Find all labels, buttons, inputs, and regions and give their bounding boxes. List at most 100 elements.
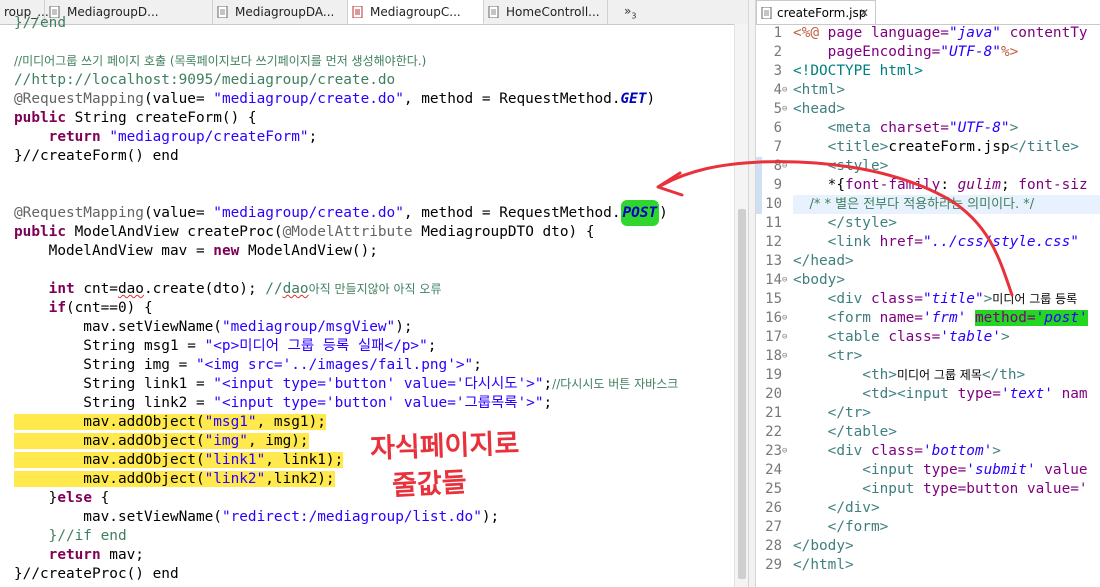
tab-label: MediagroupD... bbox=[67, 5, 159, 19]
code-line: @RequestMapping(value= "mediagroup/creat… bbox=[14, 91, 656, 107]
code-line: return mav; bbox=[14, 547, 144, 563]
code-line: </table> bbox=[793, 424, 897, 440]
code-line: </html> bbox=[793, 557, 854, 573]
code-line: mav.addObject("img", img); bbox=[14, 433, 309, 449]
code-line: *{font-family: gulim; font-siz bbox=[793, 177, 1088, 193]
line-number: 21 bbox=[765, 405, 782, 421]
code-line: String link2 = "<input type='button' val… bbox=[14, 395, 553, 411]
line-number: 24 bbox=[765, 462, 782, 478]
fold-collapse-icon[interactable]: ⊖ bbox=[782, 442, 792, 461]
code-line: /* * 별은 전부다 적용하라는 의미이다. */ bbox=[793, 197, 1035, 212]
line-number: 23 bbox=[765, 443, 782, 459]
close-icon[interactable]: ✕ bbox=[859, 1, 869, 25]
fold-collapse-icon[interactable]: ⊖ bbox=[782, 271, 792, 290]
line-number: 1 bbox=[773, 25, 782, 41]
annotation-line-1: 자식페이지로 bbox=[369, 428, 520, 465]
code-line: <form name='frm' method='post' bbox=[793, 310, 1088, 326]
tab-label: createForm.jsp bbox=[777, 6, 867, 20]
code-line: <head> bbox=[793, 101, 845, 117]
code-line: mav.addObject("link1", link1); bbox=[14, 452, 344, 468]
line-number: 4 bbox=[773, 82, 782, 98]
code-line: String msg1 = "<p>미디어 그룹 등록 실패</p>"; bbox=[14, 338, 437, 354]
line-number: 7 bbox=[773, 139, 782, 155]
tab-mediagroup-dto[interactable]: MediagroupD... bbox=[45, 0, 213, 24]
line-number: 22 bbox=[765, 424, 782, 440]
code-line: public String createForm() { bbox=[14, 110, 257, 126]
pane-divider[interactable] bbox=[748, 0, 756, 587]
line-number: 19 bbox=[765, 367, 782, 383]
code-line: }//createForm() end bbox=[14, 148, 179, 164]
post-highlight: POST bbox=[620, 200, 660, 226]
java-editor-pane: roup_... MediagroupD... MediagroupDA... … bbox=[0, 0, 748, 587]
code-line: </form> bbox=[793, 519, 889, 535]
line-number: 20 bbox=[765, 386, 782, 402]
line-number: 11 bbox=[765, 215, 782, 231]
jsp-editor-pane: createForm.jsp ✕ 1 <%@ page language="ja… bbox=[756, 0, 1100, 587]
line-number: 15 bbox=[765, 291, 782, 307]
code-line: }else { bbox=[14, 490, 110, 506]
line-number: 28 bbox=[765, 538, 782, 554]
java-file-icon bbox=[488, 6, 499, 18]
code-line: }//end bbox=[14, 15, 66, 31]
line-number: 9 bbox=[773, 177, 782, 193]
code-line: <!DOCTYPE html> bbox=[793, 63, 923, 79]
tab-mediagroup-dao[interactable]: MediagroupDA... bbox=[213, 0, 348, 24]
code-line: <style> bbox=[793, 158, 889, 174]
code-line: <input type='submit' value bbox=[793, 462, 1088, 478]
tab-label: MediagroupDA... bbox=[235, 5, 335, 19]
line-number: 2 bbox=[773, 44, 782, 60]
fold-collapse-icon[interactable]: ⊖ bbox=[782, 328, 792, 347]
fold-collapse-icon[interactable]: ⊖ bbox=[782, 347, 792, 366]
line-number: 8 bbox=[773, 158, 782, 174]
fold-collapse-icon[interactable]: ⊖ bbox=[782, 81, 792, 100]
code-line: <%@ page language="java" contentTy bbox=[793, 25, 1088, 41]
line-number: 25 bbox=[765, 481, 782, 497]
code-line: @RequestMapping(value= "mediagroup/creat… bbox=[14, 200, 668, 226]
code-line: <link href="../css/style.css" bbox=[793, 234, 1079, 250]
editor-vertical-scrollbar[interactable] bbox=[734, 24, 748, 587]
code-line: String link1 = "<input type='button' val… bbox=[14, 376, 679, 392]
annotation-line-2: 줄값들 bbox=[391, 467, 468, 502]
code-line: //미디어그룹 쓰기 페이지 호출 (목록페이지보다 쓰기페이지를 먼저 생성해… bbox=[14, 54, 427, 68]
code-line: <meta charset="UTF-8"> bbox=[793, 120, 1019, 136]
code-line: mav.setViewName("mediagroup/msgView"); bbox=[14, 319, 413, 335]
line-number: 16 bbox=[765, 310, 782, 326]
code-line: mav.addObject("msg1", msg1); bbox=[14, 414, 326, 430]
tab-label: MediagroupC... bbox=[370, 5, 461, 19]
code-line: </style> bbox=[793, 215, 897, 231]
fold-collapse-icon[interactable]: ⊖ bbox=[782, 157, 792, 176]
fold-collapse-icon[interactable]: ⊖ bbox=[782, 309, 792, 328]
code-line: }//createProc() end bbox=[14, 566, 179, 582]
line-number: 12 bbox=[765, 234, 782, 250]
java-file-icon bbox=[217, 6, 228, 18]
tab-home-controller[interactable]: HomeControll... bbox=[484, 0, 608, 24]
fold-collapse-icon[interactable]: ⊖ bbox=[782, 100, 792, 119]
scrollbar-thumb[interactable] bbox=[738, 209, 746, 579]
line-number: 6 bbox=[773, 120, 782, 136]
code-line: mav.addObject("link2",link2); bbox=[14, 471, 335, 487]
jsp-code-area[interactable]: 1 <%@ page language="java" contentTy 2 p… bbox=[756, 24, 1100, 587]
code-line: </tr> bbox=[793, 405, 871, 421]
code-line: <div class="title">미디어 그룹 등록 bbox=[793, 291, 1078, 307]
tab-create-form-jsp[interactable]: createForm.jsp ✕ bbox=[756, 0, 876, 24]
tab-label: HomeControll... bbox=[506, 5, 600, 19]
editor-tab-bar: roup_... MediagroupD... MediagroupDA... … bbox=[0, 0, 748, 25]
line-number: 5 bbox=[773, 101, 782, 117]
code-line: ModelAndView mav = new ModelAndView(); bbox=[14, 243, 378, 259]
code-line: <div class='bottom'> bbox=[793, 443, 1001, 459]
line-number: 26 bbox=[765, 500, 782, 516]
line-number: 29 bbox=[765, 557, 782, 573]
code-line: </body> bbox=[793, 538, 854, 554]
line-number: 14 bbox=[765, 272, 782, 288]
code-line: <td><input type='text' nam bbox=[793, 386, 1088, 402]
code-line: String img = "<img src='../images/fail.p… bbox=[14, 357, 482, 373]
jsp-file-icon bbox=[761, 7, 772, 19]
tab-mediagroup-controller[interactable]: MediagroupC... bbox=[348, 0, 484, 24]
code-line: <html> bbox=[793, 82, 845, 98]
code-line: //http://localhost:9095/mediagroup/creat… bbox=[14, 72, 396, 88]
java-code-area[interactable]: }//end //미디어그룹 쓰기 페이지 호출 (목록페이지보다 쓰기페이지를… bbox=[0, 15, 735, 587]
code-line: <table class='table'> bbox=[793, 329, 1010, 345]
code-line: <title>createForm.jsp</title> bbox=[793, 139, 1079, 155]
line-number: 13 bbox=[765, 253, 782, 269]
code-line: <tr> bbox=[793, 348, 863, 364]
